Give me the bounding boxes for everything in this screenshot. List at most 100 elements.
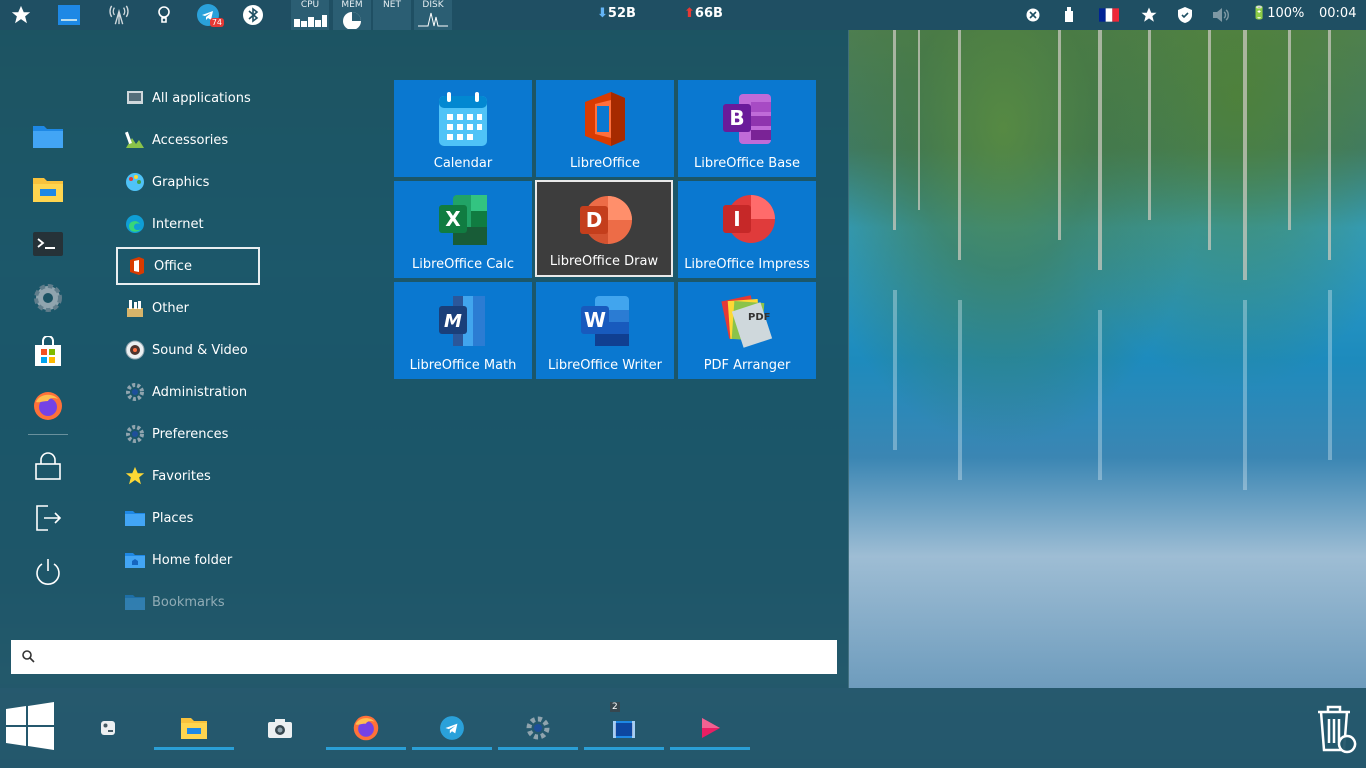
app-tile-libreoffice-math[interactable]: M LibreOffice Math bbox=[394, 282, 532, 379]
battery-value: 100% bbox=[1267, 6, 1305, 21]
upload-speed: ⬆66B bbox=[684, 6, 723, 21]
category-other[interactable]: Other bbox=[116, 289, 260, 327]
favorites-tray-icon[interactable] bbox=[1137, 3, 1161, 27]
net-meter[interactable]: NET bbox=[373, 0, 411, 30]
battery-icon: 🔋 bbox=[1251, 6, 1268, 21]
category-internet[interactable]: Internet bbox=[116, 205, 260, 243]
category-graphics[interactable]: Graphics bbox=[116, 163, 260, 201]
app-tile-libreoffice[interactable]: LibreOffice bbox=[536, 80, 674, 177]
app-label: LibreOffice Calc bbox=[411, 257, 515, 272]
wireless-tower-icon[interactable] bbox=[107, 3, 131, 27]
start-button[interactable] bbox=[4, 700, 56, 752]
file-manager-icon bbox=[181, 718, 207, 739]
upload-value: 66B bbox=[694, 6, 723, 21]
terminal-icon[interactable] bbox=[32, 228, 64, 260]
settings-gear-icon[interactable] bbox=[32, 282, 64, 314]
category-sound-video[interactable]: Sound & Video bbox=[116, 331, 260, 369]
category-label: Administration bbox=[152, 384, 248, 400]
search-bar[interactable] bbox=[11, 640, 837, 674]
gear-icon bbox=[526, 716, 550, 740]
memory-meter[interactable]: MEM bbox=[333, 0, 371, 30]
app-tile-pdf-arranger[interactable]: PDF PDF Arranger bbox=[678, 282, 816, 379]
internet-icon bbox=[124, 213, 146, 235]
category-bookmarks[interactable]: Bookmarks bbox=[116, 583, 260, 621]
download-arrow-icon: ⬇ bbox=[597, 6, 608, 21]
volume-muted-icon[interactable] bbox=[1209, 3, 1233, 27]
star-icon[interactable] bbox=[9, 3, 33, 27]
telegram-badge: 74 bbox=[209, 18, 224, 27]
disk-meter[interactable]: DISK bbox=[414, 0, 452, 30]
category-preferences[interactable]: Preferences bbox=[116, 415, 260, 453]
firefox-icon[interactable] bbox=[32, 390, 64, 422]
category-administration[interactable]: Administration bbox=[116, 373, 260, 411]
download-value: 52B bbox=[607, 6, 636, 21]
app-label: LibreOffice bbox=[569, 156, 641, 171]
taskbar-media-player[interactable] bbox=[670, 706, 750, 750]
app-tile-libreoffice-base[interactable]: B LibreOffice Base bbox=[678, 80, 816, 177]
category-all-applications[interactable]: All applications bbox=[116, 79, 260, 117]
taskbar-video-editor[interactable]: 2 bbox=[584, 702, 664, 750]
app-label: LibreOffice Impress bbox=[684, 257, 810, 272]
taskbar-screenshot-app[interactable] bbox=[258, 706, 302, 750]
preferences-icon bbox=[124, 423, 146, 445]
app-tile-libreoffice-calc[interactable]: X LibreOffice Calc bbox=[394, 181, 532, 278]
svg-text:I: I bbox=[733, 207, 740, 231]
folder-icon[interactable] bbox=[32, 120, 64, 152]
app-label: LibreOffice Base bbox=[694, 156, 800, 171]
favorites-icon bbox=[124, 465, 146, 487]
top-panel: 74 CPU MEM NET DISK ⬇52B ⬆66B 🔋100% 00:0… bbox=[0, 0, 1366, 30]
app-tile-libreoffice-impress[interactable]: I LibreOffice Impress bbox=[678, 181, 816, 278]
category-places[interactable]: Places bbox=[116, 499, 260, 537]
pdf-arranger-icon: PDF bbox=[721, 295, 773, 348]
active-indicator bbox=[584, 747, 664, 750]
close-circle-icon[interactable] bbox=[1021, 3, 1045, 27]
svg-text:W: W bbox=[584, 308, 606, 332]
cpu-meter[interactable]: CPU bbox=[291, 0, 329, 30]
libreoffice-writer-icon: W bbox=[581, 296, 629, 346]
lightbulb-icon[interactable] bbox=[152, 3, 176, 27]
app-tile-libreoffice-writer[interactable]: W LibreOffice Writer bbox=[536, 282, 674, 379]
taskbar-trash[interactable] bbox=[1312, 702, 1362, 754]
search-input[interactable] bbox=[45, 644, 829, 672]
app-tile-calendar[interactable]: Calendar bbox=[394, 80, 532, 177]
workspace-icon[interactable] bbox=[57, 3, 81, 27]
lock-icon[interactable] bbox=[32, 450, 64, 482]
usb-drive-icon[interactable] bbox=[1057, 3, 1081, 27]
category-label: All applications bbox=[152, 90, 251, 106]
libreoffice-calc-icon: X bbox=[439, 195, 487, 245]
taskbar-settings-app[interactable] bbox=[86, 706, 130, 750]
shield-icon[interactable] bbox=[1173, 3, 1197, 27]
bluetooth-icon[interactable] bbox=[241, 3, 265, 27]
taskbar-system-settings[interactable] bbox=[498, 706, 578, 750]
net-label: NET bbox=[383, 0, 401, 10]
app-label: LibreOffice Math bbox=[409, 358, 517, 373]
taskbar-firefox[interactable] bbox=[326, 706, 406, 750]
category-accessories[interactable]: Accessories bbox=[116, 121, 260, 159]
logout-icon[interactable] bbox=[32, 502, 64, 534]
battery-indicator[interactable]: 🔋100% bbox=[1251, 6, 1304, 21]
active-indicator bbox=[498, 747, 578, 750]
all-apps-icon bbox=[124, 87, 146, 109]
category-label: Internet bbox=[152, 216, 204, 232]
clock[interactable]: 00:04 bbox=[1319, 6, 1356, 21]
home-folder-icon bbox=[124, 549, 146, 571]
sound-video-icon bbox=[124, 339, 146, 361]
taskbar-telegram[interactable] bbox=[412, 706, 492, 750]
libreoffice-impress-icon: I bbox=[723, 195, 775, 243]
app-tile-libreoffice-draw[interactable]: D LibreOffice Draw bbox=[535, 180, 673, 277]
category-office[interactable]: Office bbox=[116, 247, 260, 285]
taskbar: 2 bbox=[0, 688, 1366, 768]
category-favorites[interactable]: Favorites bbox=[116, 457, 260, 495]
calendar-icon bbox=[439, 92, 487, 146]
cpu-label: CPU bbox=[300, 0, 320, 10]
keyboard-layout-flag-icon[interactable] bbox=[1097, 3, 1121, 27]
office-icon bbox=[126, 255, 148, 277]
taskbar-file-manager[interactable] bbox=[154, 706, 234, 750]
telegram-tray-icon[interactable]: 74 bbox=[196, 3, 224, 27]
video-editor-badge: 2 bbox=[610, 702, 620, 712]
power-icon[interactable] bbox=[32, 556, 64, 588]
file-explorer-icon[interactable] bbox=[32, 173, 64, 205]
store-icon[interactable] bbox=[32, 336, 64, 368]
category-home-folder[interactable]: Home folder bbox=[116, 541, 260, 579]
desktop-wallpaper bbox=[848, 30, 1366, 688]
